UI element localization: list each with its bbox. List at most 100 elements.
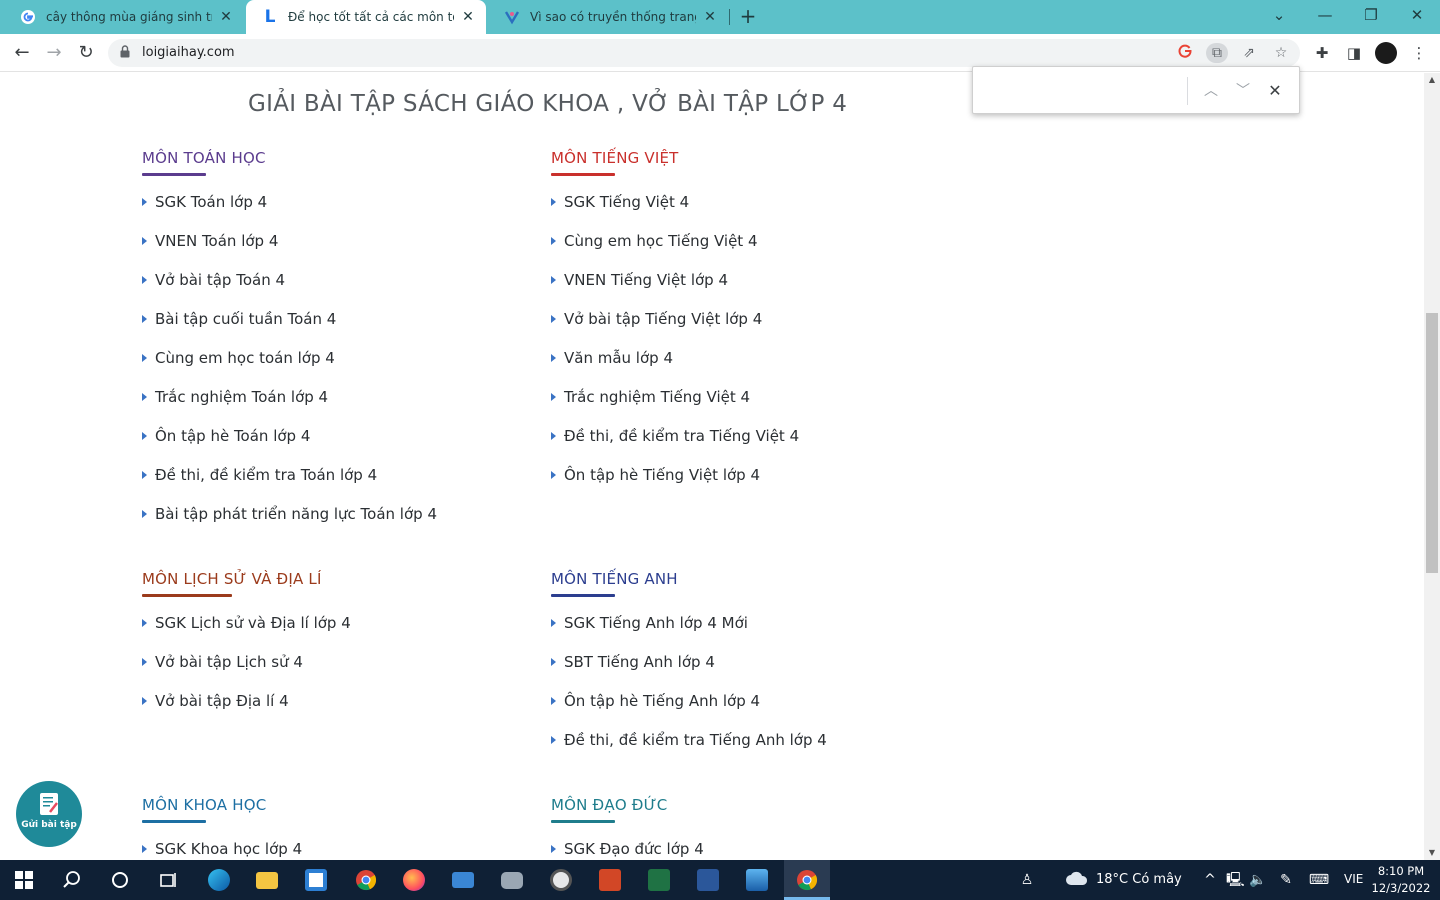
list-item-label: Trắc nghiệm Tiếng Việt 4 (564, 388, 751, 406)
list-item[interactable]: SGK Tiếng Việt 4 (551, 193, 689, 211)
list-item-label: Vở bài tập Lịch sử 4 (155, 653, 303, 671)
chevron-up-icon[interactable]: ︿ (1199, 79, 1223, 103)
bookmark-star-icon[interactable]: ☆ (1270, 43, 1292, 63)
bullet-triangle-icon (551, 354, 556, 362)
list-item[interactable]: SGK Lịch sử và Địa lí lớp 4 (142, 614, 351, 632)
keyboard-icon[interactable]: ⌨ (1307, 870, 1331, 890)
list-item[interactable]: Vở bài tập Tiếng Việt lớp 4 (551, 310, 762, 328)
list-item[interactable]: Cùng em học Tiếng Việt 4 (551, 232, 758, 250)
list-item[interactable]: Đề thi, đề kiểm tra Tiếng Việt 4 (551, 427, 799, 445)
photos-icon[interactable] (743, 866, 771, 894)
scroll-down-icon[interactable]: ▼ (1424, 846, 1440, 860)
extensions-icon[interactable]: ✚ (1311, 42, 1333, 64)
weather-text[interactable]: 18°C Có mây (1096, 872, 1182, 887)
list-item[interactable]: SGK Tiếng Anh lớp 4 Mới (551, 614, 748, 632)
list-item[interactable]: Cùng em học toán lớp 4 (142, 349, 335, 367)
volume-icon[interactable]: 🔈 (1249, 870, 1267, 890)
list-item[interactable]: VNEN Toán lớp 4 (142, 232, 278, 250)
pen-icon[interactable]: ✎ (1277, 870, 1295, 890)
tab-title: Để học tốt tất cả các môn toán, v (288, 10, 454, 24)
section-underline (551, 173, 615, 176)
section-heading-toan[interactable]: MÔN TOÁN HỌC (142, 149, 266, 167)
restore-icon[interactable]: ❐ (1348, 0, 1394, 32)
reload-icon[interactable]: ↻ (72, 39, 100, 67)
remote-desktop-icon[interactable] (449, 866, 477, 894)
scroll-up-icon[interactable]: ▲ (1424, 73, 1440, 87)
minimize-icon[interactable]: — (1302, 0, 1348, 32)
bullet-triangle-icon (142, 276, 147, 284)
chevron-down-icon[interactable]: ﹀ (1231, 79, 1255, 103)
people-icon[interactable]: ♙ (1018, 870, 1036, 890)
bullet-triangle-icon (142, 315, 147, 323)
side-panel-icon[interactable]: ◨ (1343, 42, 1365, 64)
language-indicator[interactable]: VIE (1344, 872, 1363, 886)
profile-avatar[interactable] (1375, 42, 1397, 64)
close-find-icon[interactable]: ✕ (1263, 79, 1287, 103)
chrome-active-icon[interactable] (793, 866, 821, 894)
list-item[interactable]: SGK Đạo đức lớp 4 (551, 840, 704, 858)
list-item-label: Vở bài tập Toán 4 (155, 271, 286, 289)
close-window-icon[interactable]: ✕ (1394, 0, 1440, 32)
close-tab-icon[interactable]: ✕ (460, 9, 476, 25)
list-item[interactable]: Đề thi, đề kiểm tra Tiếng Anh lớp 4 (551, 731, 827, 749)
section-heading-tienganh[interactable]: MÔN TIẾNG ANH (551, 570, 678, 588)
cortana-icon[interactable] (106, 866, 134, 894)
tab-3[interactable]: Vì sao có truyền thống trang trí v ✕ (488, 0, 728, 34)
powerpoint-icon[interactable] (596, 866, 624, 894)
share-icon[interactable]: ⇗ (1238, 43, 1260, 63)
new-tab-button[interactable]: + (737, 5, 759, 27)
tab-search-icon[interactable]: ⌄ (1256, 0, 1302, 32)
list-item[interactable]: Trắc nghiệm Toán lớp 4 (142, 388, 328, 406)
task-view-icon[interactable] (154, 866, 182, 894)
tab-1[interactable]: cây thông mùa giáng sinh trong ✕ (4, 0, 244, 34)
menu-icon[interactable]: ⋮ (1408, 42, 1430, 64)
camera-icon[interactable] (498, 866, 526, 894)
excel-icon[interactable] (645, 866, 673, 894)
system-clock[interactable]: 8:10 PM 12/3/2022 (1370, 863, 1432, 897)
close-tab-icon[interactable]: ✕ (218, 9, 234, 25)
search-icon[interactable] (58, 866, 86, 894)
list-item[interactable]: Vở bài tập Toán 4 (142, 271, 285, 289)
tab-2[interactable]: L Để học tốt tất cả các môn toán, v ✕ (246, 0, 486, 34)
store-icon[interactable] (302, 866, 330, 894)
edge-icon[interactable] (205, 866, 233, 894)
close-tab-icon[interactable]: ✕ (702, 9, 718, 25)
list-item[interactable]: SBT Tiếng Anh lớp 4 (551, 653, 715, 671)
file-explorer-icon[interactable] (253, 866, 281, 894)
chrome-icon[interactable] (352, 866, 380, 894)
firefox-icon[interactable] (400, 866, 428, 894)
section-heading-daoduc[interactable]: MÔN ĐẠO ĐỨC (551, 796, 667, 814)
submit-homework-button[interactable]: Gửi bài tập (16, 781, 82, 847)
list-item[interactable]: Bài tập phát triển năng lực Toán lớp 4 (142, 505, 437, 523)
forward-icon[interactable]: → (40, 39, 68, 67)
list-item[interactable]: VNEN Tiếng Việt lớp 4 (551, 271, 728, 289)
list-item[interactable]: Ôn tập hè Tiếng Anh lớp 4 (551, 692, 760, 710)
section-heading-lichsu[interactable]: MÔN LỊCH SỬ VÀ ĐỊA LÍ (142, 570, 322, 588)
word-icon[interactable] (694, 866, 722, 894)
list-item[interactable]: SGK Khoa học lớp 4 (142, 840, 302, 858)
find-input[interactable] (983, 78, 1183, 104)
list-item[interactable]: Văn mẫu lớp 4 (551, 349, 673, 367)
windows-start-icon[interactable] (10, 866, 38, 894)
list-item[interactable]: Vở bài tập Lịch sử 4 (142, 653, 303, 671)
list-item[interactable]: Đề thi, đề kiểm tra Toán lớp 4 (142, 466, 377, 484)
section-heading-khoahoc[interactable]: MÔN KHOA HỌC (142, 796, 266, 814)
address-bar[interactable]: loigiaihay.com ⧉ ⇗ ☆ (108, 39, 1300, 67)
clock-app-icon[interactable] (547, 866, 575, 894)
list-item[interactable]: Vở bài tập Địa lí 4 (142, 692, 289, 710)
google-lens-icon[interactable] (1174, 43, 1196, 63)
find-in-page-icon[interactable]: ⧉ (1206, 43, 1228, 63)
list-item-label: SGK Toán lớp 4 (155, 193, 268, 211)
network-icon[interactable]: 🖳 (1226, 870, 1245, 890)
chevron-up-tray-icon[interactable]: ^ (1201, 870, 1219, 890)
page-scrollbar[interactable]: ▲ ▼ (1424, 73, 1440, 860)
back-icon[interactable]: ← (8, 39, 36, 67)
list-item[interactable]: Ôn tập hè Toán lớp 4 (142, 427, 310, 445)
list-item[interactable]: SGK Toán lớp 4 (142, 193, 267, 211)
list-item[interactable]: Bài tập cuối tuần Toán 4 (142, 310, 336, 328)
list-item-label: Cùng em học Tiếng Việt 4 (564, 232, 758, 250)
list-item[interactable]: Ôn tập hè Tiếng Việt lớp 4 (551, 466, 760, 484)
list-item[interactable]: Trắc nghiệm Tiếng Việt 4 (551, 388, 750, 406)
section-heading-tiengviet[interactable]: MÔN TIẾNG VIỆT (551, 149, 679, 167)
scrollbar-thumb[interactable] (1426, 313, 1438, 573)
